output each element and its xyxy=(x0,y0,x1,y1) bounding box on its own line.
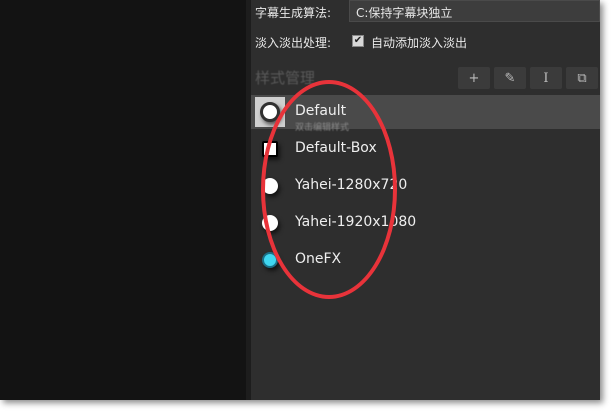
subtitle-settings-panel: 字幕生成算法: C:保持字幕块独立 淡入淡出处理: ✔ 自动添加淡入淡出 样式管… xyxy=(251,0,600,400)
algorithm-select[interactable]: C:保持字幕块独立 xyxy=(349,0,600,22)
copy-icon: ⧉ xyxy=(577,70,587,86)
algorithm-row: 字幕生成算法: C:保持字幕块独立 xyxy=(251,0,600,22)
copy-style-button[interactable]: ⧉ xyxy=(566,67,598,89)
box-style-icon xyxy=(262,141,278,157)
style-item-yahei-1280[interactable]: Yahei-1280x720 xyxy=(251,169,600,203)
dot-style-icon xyxy=(262,215,278,231)
style-item-onefx[interactable]: OneFX xyxy=(251,243,600,277)
style-item-label: Yahei-1280x720 xyxy=(295,177,408,193)
style-item-label: Default-Box xyxy=(295,140,377,156)
style-manager-header: 样式管理 + ✎ I ⧉ xyxy=(251,64,600,92)
dot-style-icon xyxy=(262,178,278,194)
style-manager-title: 样式管理 xyxy=(255,69,316,87)
edit-style-button[interactable]: ✎ xyxy=(494,67,526,89)
style-item-label: OneFX xyxy=(295,251,342,267)
add-style-button[interactable]: + xyxy=(458,67,490,89)
plus-icon: + xyxy=(468,70,480,86)
text-cursor-icon: I xyxy=(543,70,549,86)
cyan-dot-style-icon xyxy=(262,252,278,268)
style-item-label: Default xyxy=(295,103,347,119)
auto-fade-checkbox-label[interactable]: 自动添加淡入淡出 xyxy=(371,34,467,51)
style-item-yahei-1920[interactable]: Yahei-1920x1080 xyxy=(251,206,600,240)
style-list: Default 双击编辑样式 Default-Box Yahei-1280x72… xyxy=(251,95,600,395)
algorithm-label: 字幕生成算法: xyxy=(255,6,332,20)
style-item-default-box[interactable]: Default-Box xyxy=(251,132,600,166)
style-item-default[interactable]: Default 双击编辑样式 xyxy=(251,95,600,133)
auto-fade-checkbox[interactable]: ✔ xyxy=(352,35,364,47)
rename-style-button[interactable]: I xyxy=(530,67,562,89)
fade-row: 淡入淡出处理: ✔ 自动添加淡入淡出 xyxy=(251,30,600,52)
video-preview-area xyxy=(0,0,246,400)
style-item-label: Yahei-1920x1080 xyxy=(295,214,417,230)
pencil-icon: ✎ xyxy=(504,70,516,86)
app-window: 字幕生成算法: C:保持字幕块独立 淡入淡出处理: ✔ 自动添加淡入淡出 样式管… xyxy=(0,0,600,400)
circle-style-icon xyxy=(260,102,280,122)
fade-label: 淡入淡出处理: xyxy=(255,36,332,50)
